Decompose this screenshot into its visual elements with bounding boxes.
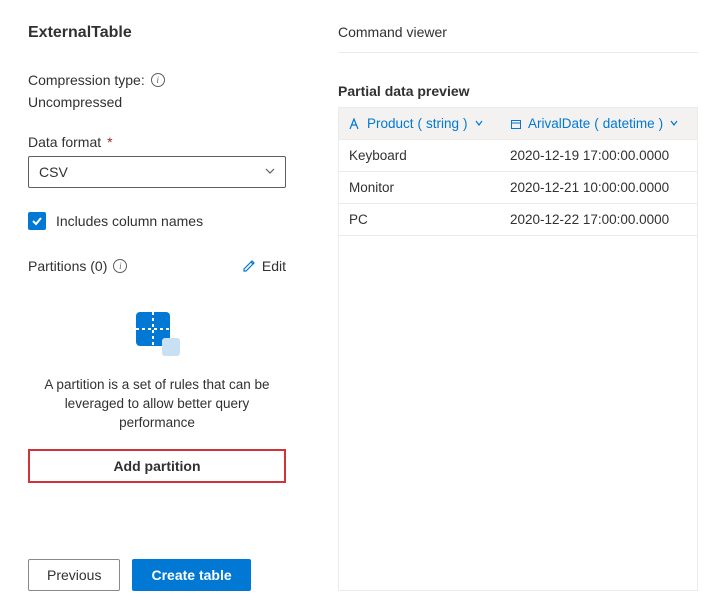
data-format-select[interactable]: CSV bbox=[28, 156, 286, 188]
col1-type-open: ( bbox=[594, 116, 599, 131]
command-viewer-header[interactable]: Command viewer bbox=[338, 24, 698, 53]
preview-title: Partial data preview bbox=[338, 83, 698, 99]
col0-type-close: ) bbox=[463, 116, 468, 131]
cell-arivaldate: 2020-12-21 10:00:00.0000 bbox=[500, 172, 697, 204]
previous-button[interactable]: Previous bbox=[28, 559, 120, 591]
create-table-button[interactable]: Create table bbox=[132, 559, 250, 591]
cell-product: Keyboard bbox=[339, 140, 500, 172]
cell-arivaldate: 2020-12-19 17:00:00.0000 bbox=[500, 140, 697, 172]
partition-illustration-icon bbox=[132, 308, 182, 358]
cell-arivaldate: 2020-12-22 17:00:00.0000 bbox=[500, 204, 697, 236]
column-header-arivaldate[interactable]: ArivalDate ( datetime) bbox=[500, 108, 697, 140]
col1-type: datetime bbox=[603, 116, 655, 131]
data-format-value: CSV bbox=[39, 164, 68, 180]
col0-type: string bbox=[426, 116, 459, 131]
cell-product: Monitor bbox=[339, 172, 500, 204]
compression-label-text: Compression type: bbox=[28, 72, 145, 88]
table-row[interactable]: Keyboard 2020-12-19 17:00:00.0000 bbox=[339, 140, 697, 172]
includes-column-names-label: Includes column names bbox=[56, 213, 203, 229]
col0-name: Product bbox=[367, 116, 414, 131]
cell-product: PC bbox=[339, 204, 500, 236]
includes-column-names-checkbox[interactable] bbox=[28, 212, 46, 230]
info-icon[interactable]: i bbox=[151, 73, 165, 87]
col1-name: ArivalDate bbox=[528, 116, 590, 131]
required-mark: * bbox=[107, 134, 112, 150]
pencil-icon bbox=[242, 259, 256, 273]
compression-label: Compression type: i bbox=[28, 72, 302, 88]
data-preview-table: Product (string) ArivalDate bbox=[338, 107, 698, 591]
check-icon bbox=[31, 215, 43, 227]
chevron-down-icon bbox=[669, 116, 679, 131]
datatype-icon bbox=[349, 118, 361, 130]
table-row[interactable]: Monitor 2020-12-21 10:00:00.0000 bbox=[339, 172, 697, 204]
partitions-label: Partitions (0) i bbox=[28, 258, 127, 274]
info-icon[interactable]: i bbox=[113, 259, 127, 273]
partition-description: A partition is a set of rules that can b… bbox=[28, 376, 286, 433]
edit-partitions-link[interactable]: Edit bbox=[242, 258, 286, 274]
data-format-label: Data format * bbox=[28, 134, 302, 150]
edit-label: Edit bbox=[262, 258, 286, 274]
add-partition-button[interactable]: Add partition bbox=[28, 449, 286, 483]
col1-type-close: ) bbox=[659, 116, 664, 131]
col0-type-open: ( bbox=[418, 116, 423, 131]
table-row[interactable]: PC 2020-12-22 17:00:00.0000 bbox=[339, 204, 697, 236]
data-format-label-text: Data format bbox=[28, 134, 101, 150]
datatype-icon bbox=[510, 118, 522, 130]
compression-value: Uncompressed bbox=[28, 94, 302, 110]
partitions-label-text: Partitions (0) bbox=[28, 258, 107, 274]
page-title: ExternalTable bbox=[28, 24, 302, 42]
chevron-down-icon bbox=[474, 116, 484, 131]
column-header-product[interactable]: Product (string) bbox=[339, 108, 500, 140]
